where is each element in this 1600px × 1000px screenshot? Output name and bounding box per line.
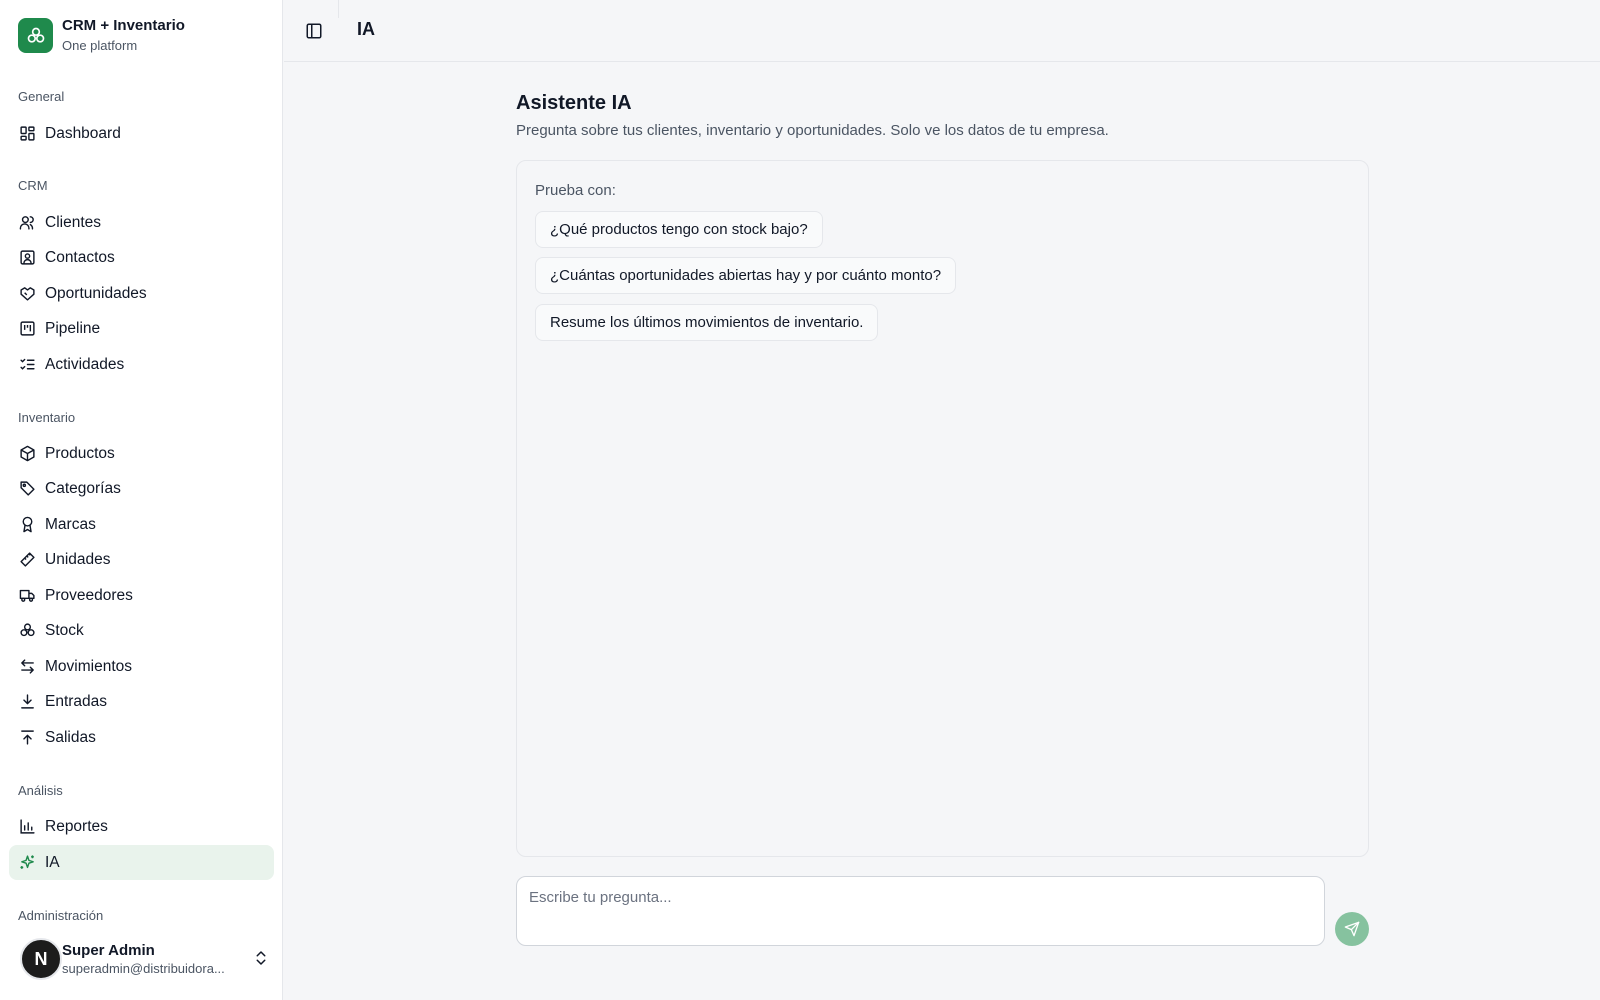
- package-icon: [18, 445, 36, 463]
- sidebar-item-label: Movimientos: [45, 657, 132, 675]
- ruler-icon: [18, 551, 36, 569]
- brand[interactable]: CRM + Inventario One platform: [18, 17, 185, 54]
- sidebar-item-label: Reportes: [45, 817, 108, 835]
- user-menu[interactable]: N Super Admin superadmin@distribuidora..…: [20, 937, 270, 981]
- sidebar-item-label: Actividades: [45, 355, 125, 373]
- sidebar-item-productos[interactable]: Productos: [9, 436, 274, 471]
- section-label-administracion: Administración: [18, 908, 104, 923]
- users-icon: [18, 214, 36, 232]
- question-input[interactable]: [516, 876, 1325, 946]
- sidebar-item-ia[interactable]: IA: [9, 845, 274, 880]
- arrows-left-right-icon: [18, 658, 36, 676]
- handshake-icon: [18, 285, 36, 303]
- assistant-subtitle: Pregunta sobre tus clientes, inventario …: [516, 122, 1109, 139]
- section-label-crm: CRM: [18, 178, 48, 193]
- sidebar-item-label: Proveedores: [45, 586, 133, 604]
- avatar: N: [20, 938, 62, 980]
- list-checks-icon: [18, 356, 36, 374]
- sidebar-item-label: Dashboard: [45, 124, 121, 142]
- sidebar-item-label: Productos: [45, 444, 115, 462]
- sidebar-item-label: Unidades: [45, 550, 111, 568]
- assistant-title: Asistente IA: [516, 92, 632, 114]
- section-label-general: General: [18, 89, 65, 104]
- kanban-icon: [18, 320, 36, 338]
- sidebar-item-clientes[interactable]: Clientes: [9, 205, 274, 240]
- sidebar-item-unidades[interactable]: Unidades: [9, 542, 274, 577]
- sidebar-item-entradas[interactable]: Entradas: [9, 684, 274, 719]
- sidebar-item-dashboard[interactable]: Dashboard: [9, 116, 274, 151]
- brand-name: CRM + Inventario: [62, 17, 185, 34]
- sidebar-item-label: Marcas: [45, 515, 96, 533]
- boxes-icon: [18, 622, 36, 640]
- bar-chart-icon: [18, 818, 36, 836]
- tags-icon: [18, 480, 36, 498]
- sidebar-item-label: IA: [45, 853, 60, 871]
- suggestion-button[interactable]: Resume los últimos movimientos de invent…: [535, 304, 879, 341]
- upload-icon: [18, 729, 36, 747]
- sidebar-item-label: Stock: [45, 621, 84, 639]
- chat-panel: Prueba con: ¿Qué productos tengo con sto…: [516, 160, 1369, 857]
- sidebar-item-movimientos[interactable]: Movimientos: [9, 649, 274, 684]
- sidebar-item-pipeline[interactable]: Pipeline: [9, 311, 274, 346]
- sidebar-item-stock[interactable]: Stock: [9, 613, 274, 648]
- sidebar-item-categorias[interactable]: Categorías: [9, 471, 274, 506]
- sidebar-item-proveedores[interactable]: Proveedores: [9, 578, 274, 613]
- page-title: IA: [357, 19, 375, 39]
- brand-subtitle: One platform: [62, 38, 138, 53]
- sidebar: CRM + Inventario One platform General Da…: [0, 0, 283, 1000]
- sidebar-item-marcas[interactable]: Marcas: [9, 507, 274, 542]
- download-icon: [18, 693, 36, 711]
- sidebar-item-label: Pipeline: [45, 319, 101, 337]
- sidebar-item-contactos[interactable]: Contactos: [9, 240, 274, 275]
- sidebar-item-actividades[interactable]: Actividades: [9, 347, 274, 382]
- suggestion-button[interactable]: ¿Qué productos tengo con stock bajo?: [535, 211, 823, 248]
- sidebar-item-label: Salidas: [45, 728, 96, 746]
- topbar: IA: [284, 0, 1600, 62]
- send-icon: [1344, 921, 1360, 937]
- sidebar-item-label: Entradas: [45, 692, 108, 710]
- award-icon: [18, 516, 36, 534]
- sidebar-item-label: Oportunidades: [45, 284, 147, 302]
- dashboard-icon: [18, 125, 36, 143]
- send-button[interactable]: [1335, 912, 1369, 946]
- sparkles-icon: [18, 854, 36, 872]
- sidebar-item-salidas[interactable]: Salidas: [9, 720, 274, 755]
- sidebar-item-label: Categorías: [45, 479, 121, 497]
- sidebar-item-label: Contactos: [45, 248, 115, 266]
- sidebar-toggle-icon[interactable]: [303, 20, 325, 42]
- user-email: superadmin@distribuidora...: [62, 961, 225, 976]
- divider: [338, 0, 339, 18]
- suggestion-button[interactable]: ¿Cuántas oportunidades abiertas hay y po…: [535, 257, 957, 294]
- boxes-icon: [18, 18, 53, 53]
- contact-icon: [18, 249, 36, 267]
- sidebar-item-reportes[interactable]: Reportes: [9, 809, 274, 844]
- user-name: Super Admin: [62, 942, 155, 959]
- chevrons-up-down-icon[interactable]: [252, 949, 270, 967]
- section-label-inventario: Inventario: [18, 410, 76, 425]
- section-label-analisis: Análisis: [18, 783, 63, 798]
- sidebar-item-oportunidades[interactable]: Oportunidades: [9, 276, 274, 311]
- truck-icon: [18, 587, 36, 605]
- suggestions-label: Prueba con:: [535, 182, 616, 199]
- sidebar-item-label: Clientes: [45, 213, 101, 231]
